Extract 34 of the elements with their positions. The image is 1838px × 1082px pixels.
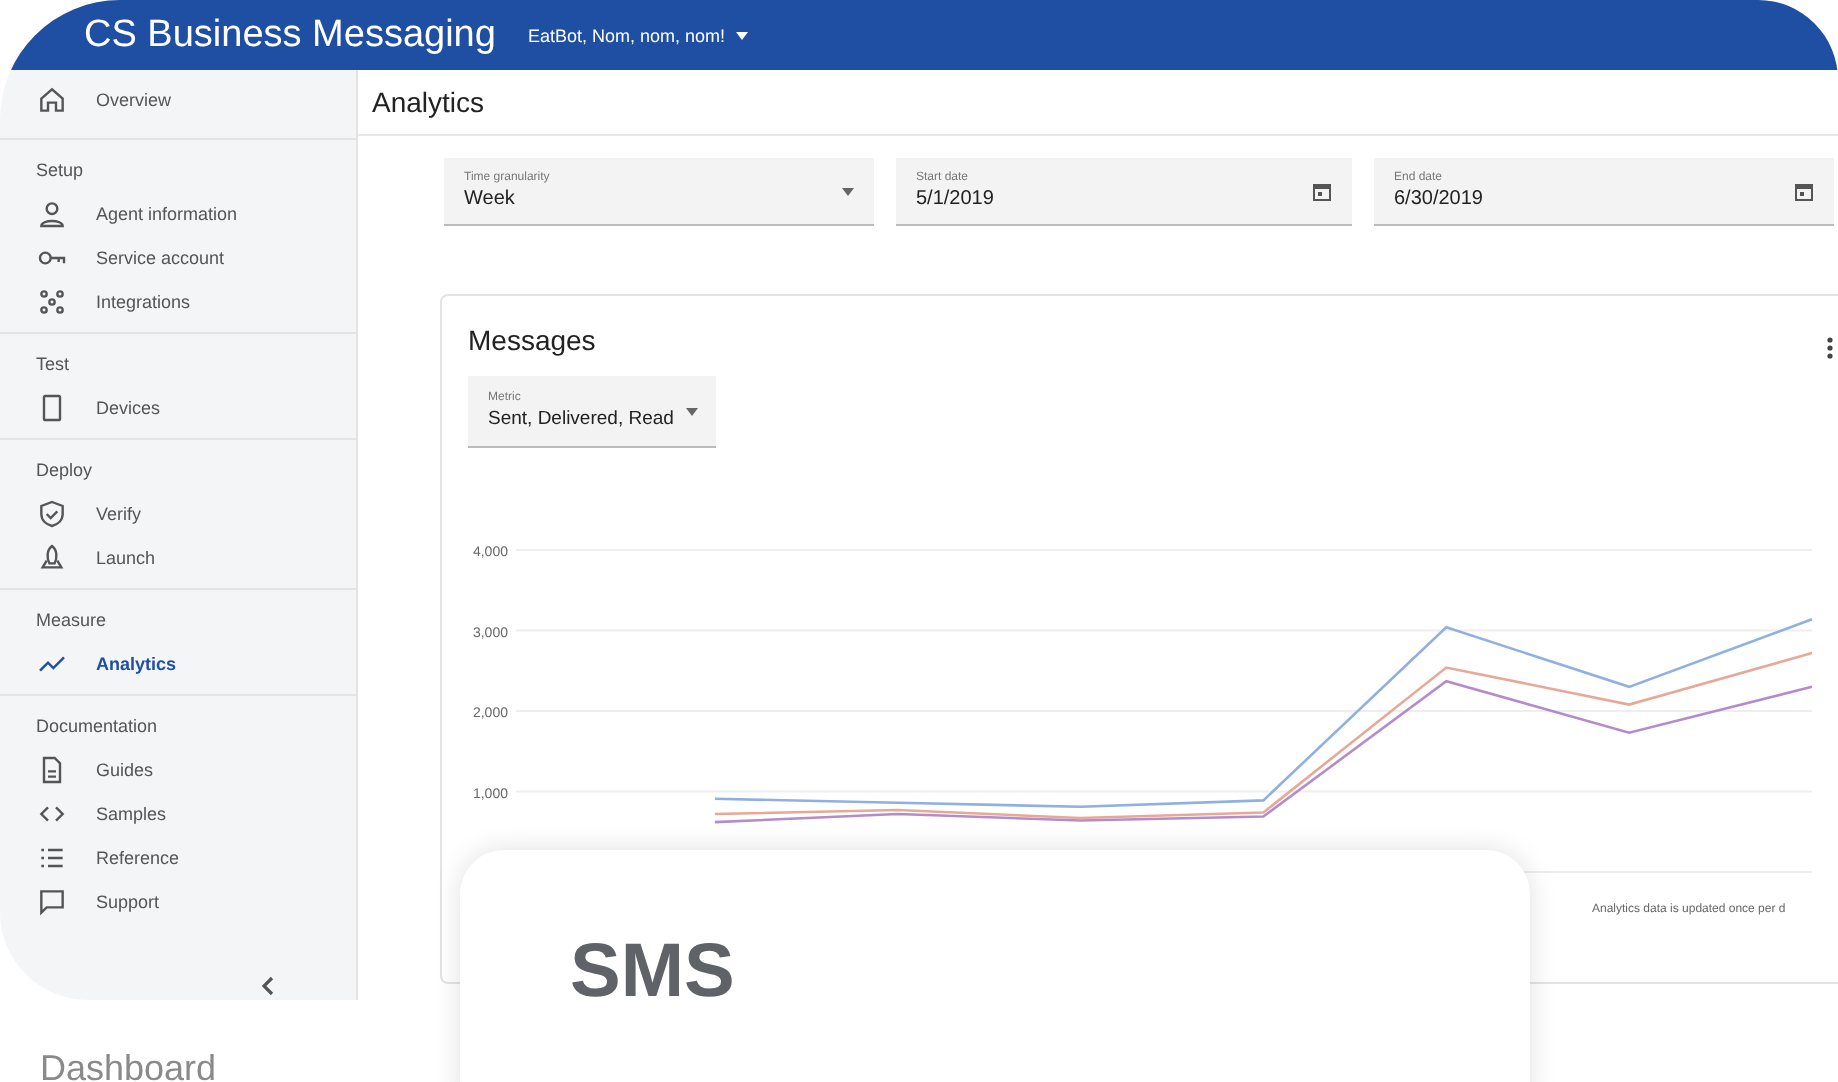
card-title: Messages — [468, 324, 596, 356]
sidebar-item[interactable]: Launch — [0, 536, 356, 580]
section-heading: Documentation — [34, 714, 160, 740]
sidebar-item[interactable]: Verify — [0, 492, 356, 536]
person-icon — [36, 198, 68, 230]
section-heading: Deploy — [34, 458, 95, 484]
page-title: Analytics — [358, 70, 1838, 136]
section-heading: Measure — [34, 608, 109, 634]
section-heading: Setup — [34, 158, 86, 184]
chat-icon — [36, 886, 68, 918]
caption: Dashboard — [40, 1048, 217, 1082]
sidebar-item[interactable]: Agent information — [0, 192, 356, 236]
shield-icon — [36, 498, 68, 530]
calendar-icon — [1794, 181, 1814, 201]
rocket-icon — [36, 542, 68, 574]
sidebar-item[interactable]: Overview — [0, 78, 356, 122]
caret-icon — [685, 407, 698, 415]
home-icon — [36, 84, 68, 116]
section-heading: Test — [34, 352, 72, 378]
sidebar-item[interactable]: Support — [0, 880, 356, 924]
sidebar-item[interactable]: Samples — [0, 792, 356, 836]
card-heading: SMS — [570, 930, 737, 1016]
more-vert-icon[interactable] — [1826, 336, 1834, 360]
sidebar-item[interactable]: Service account — [0, 236, 356, 280]
calendar-icon — [1312, 181, 1332, 201]
sidebar-item[interactable]: Devices — [0, 386, 356, 430]
caret-icon — [842, 187, 854, 195]
sidebar-item[interactable]: Guides — [0, 748, 356, 792]
sidebar-item[interactable]: Reference — [0, 836, 356, 880]
sidebar-item[interactable]: Analytics — [0, 642, 356, 686]
sidebar-item[interactable]: Integrations — [0, 280, 356, 324]
app-title: CS Business Messaging — [84, 13, 496, 57]
nodes-icon — [36, 286, 68, 318]
account-selector[interactable]: EatBot, Nom, nom, nom! — [527, 25, 749, 45]
